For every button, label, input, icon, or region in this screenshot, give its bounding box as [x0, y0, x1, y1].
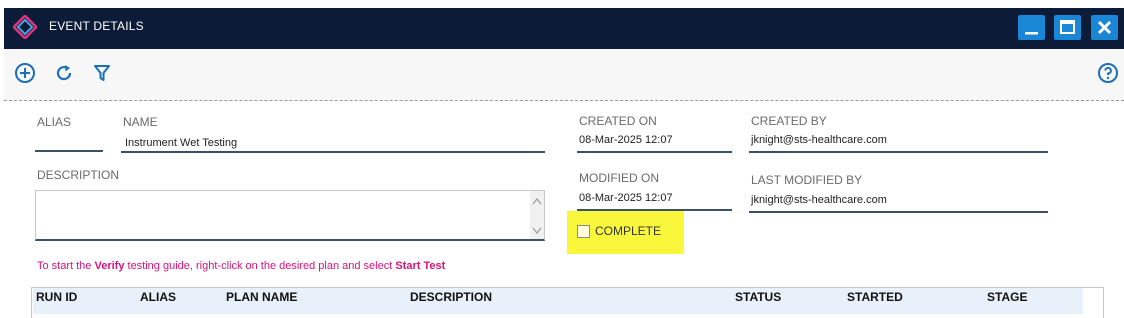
title-bar	[4, 8, 1124, 49]
column-header-status[interactable]: STATUS	[735, 290, 781, 304]
complete-checkbox[interactable]	[577, 225, 590, 238]
complete-label[interactable]: COMPLETE	[595, 224, 661, 238]
description-scrollbar[interactable]	[530, 191, 544, 239]
column-header-run-id[interactable]: RUN ID	[36, 290, 77, 304]
hint-bold-verify: Verify	[94, 260, 125, 272]
column-header-description[interactable]: DESCRIPTION	[410, 290, 492, 304]
filter-icon[interactable]	[91, 62, 113, 84]
last-modified-by-underline	[749, 211, 1048, 213]
refresh-icon[interactable]	[53, 62, 75, 84]
close-icon	[1097, 20, 1112, 35]
created-by-value: jknight@sts-healthcare.com	[751, 134, 887, 146]
description-label: DESCRIPTION	[37, 168, 120, 182]
scroll-arrows-icon	[532, 198, 542, 234]
minimize-icon	[1025, 32, 1038, 35]
created-by-label: CREATED BY	[751, 114, 827, 128]
description-field[interactable]	[35, 190, 545, 241]
created-on-underline	[577, 151, 732, 153]
column-header-plan-name[interactable]: PLAN NAME	[226, 290, 297, 304]
column-header-stage[interactable]: STAGE	[987, 290, 1027, 304]
help-icon[interactable]	[1097, 62, 1119, 84]
modified-on-label: MODIFIED ON	[579, 171, 659, 185]
name-label: NAME	[123, 115, 158, 129]
window-title: EVENT DETAILS	[49, 19, 144, 33]
app-logo-icon	[11, 13, 39, 41]
close-button[interactable]	[1091, 15, 1118, 40]
hint-text-1: To start the	[37, 260, 95, 272]
hint-bold-start-test: Start Test	[395, 260, 446, 272]
minimize-button[interactable]	[1018, 15, 1045, 40]
add-icon[interactable]	[14, 62, 36, 84]
table-header	[33, 288, 1083, 314]
created-on-value: 08-Mar-2025 12:07	[579, 134, 673, 146]
maximize-icon	[1060, 20, 1075, 34]
name-field[interactable]: Instrument Wet Testing	[125, 137, 543, 151]
alias-underline	[35, 150, 103, 152]
maximize-button[interactable]	[1054, 15, 1081, 40]
alias-label: ALIAS	[37, 115, 72, 129]
last-modified-by-label: LAST MODIFIED BY	[751, 173, 863, 187]
column-header-alias[interactable]: ALIAS	[140, 290, 176, 304]
column-header-started[interactable]: STARTED	[847, 290, 903, 304]
instruction-hint: To start the Verify testing guide, right…	[37, 260, 445, 272]
modified-on-value: 08-Mar-2025 12:07	[579, 192, 673, 204]
toolbar	[4, 49, 1124, 101]
created-on-label: CREATED ON	[579, 114, 657, 128]
hint-text-2: testing guide, right-click on the desire…	[124, 260, 396, 272]
last-modified-by-value: jknight@sts-healthcare.com	[751, 194, 887, 206]
alias-field[interactable]	[37, 136, 103, 150]
name-underline	[121, 151, 545, 153]
created-by-underline	[749, 151, 1048, 153]
